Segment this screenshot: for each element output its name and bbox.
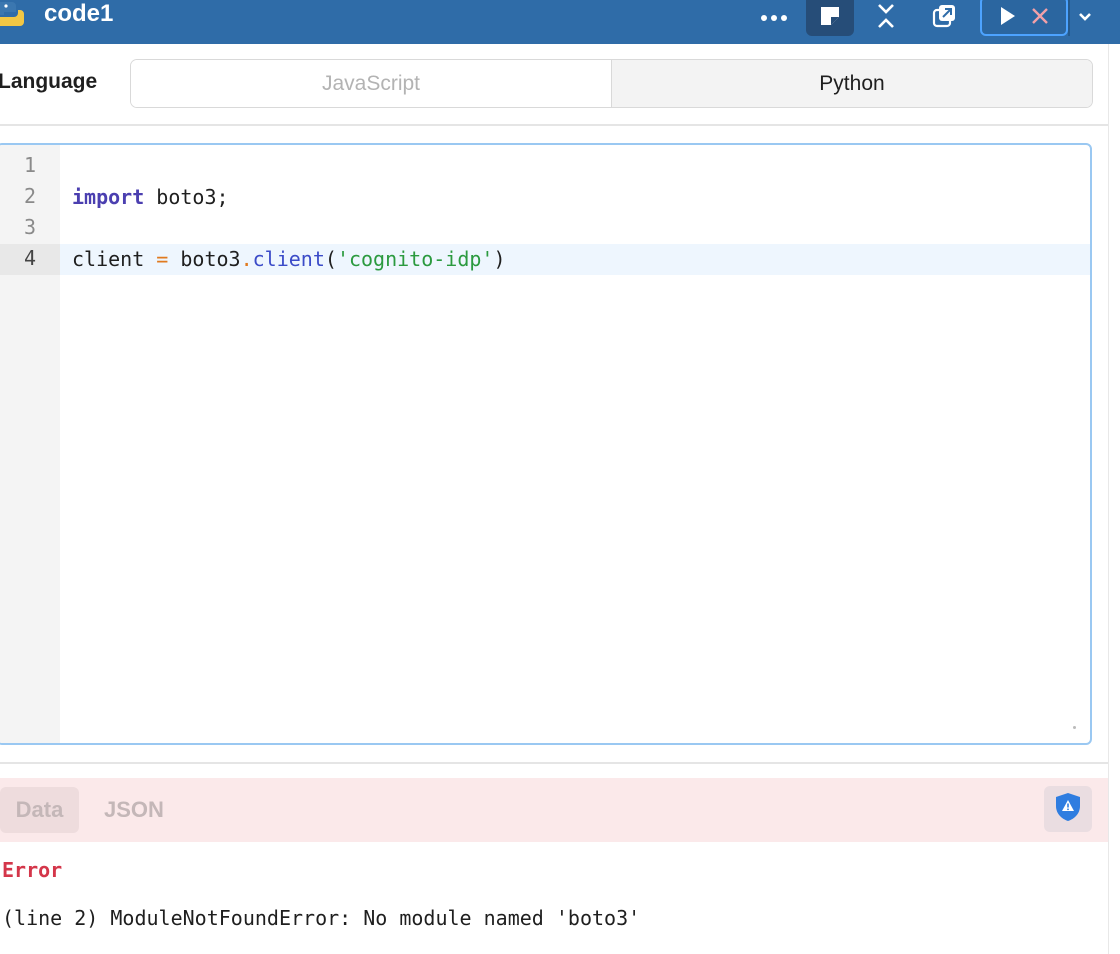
line-number: 3 — [23, 215, 36, 239]
note-icon — [819, 5, 841, 32]
language-label: Language — [0, 70, 98, 93]
code-string: 'cognito-idp' — [336, 247, 494, 271]
collapse-button[interactable] — [868, 0, 904, 36]
notes-button[interactable] — [806, 0, 854, 36]
error-message: (line 2) ModuleNotFoundError: No module … — [2, 906, 641, 930]
language-segmented-control: JavaScript Python — [130, 59, 1093, 108]
error-shield-button[interactable] — [1044, 786, 1092, 832]
tab-json[interactable]: JSON — [104, 797, 164, 823]
language-option-python[interactable]: Python — [611, 60, 1092, 107]
code-editor[interactable]: 1 2 3 4 import boto3; client = boto3.cli… — [0, 143, 1092, 745]
resize-handle[interactable] — [1073, 726, 1076, 729]
code-text: ( — [324, 247, 337, 271]
more-icon — [760, 9, 788, 27]
code-text: boto3; — [144, 185, 229, 209]
run-button[interactable] — [996, 4, 1020, 32]
code-line-4[interactable]: client = boto3.client('cognito-idp') — [72, 244, 506, 275]
query-title[interactable]: code1 — [44, 0, 113, 28]
play-icon — [1000, 6, 1016, 31]
code-line-2[interactable]: import boto3; — [72, 182, 229, 213]
code-operator: . — [240, 247, 253, 271]
query-header: code1 — [0, 0, 1120, 44]
section-divider — [0, 762, 1110, 764]
result-tabs-bar — [0, 778, 1108, 842]
close-icon — [1031, 7, 1049, 30]
more-options-button[interactable] — [756, 0, 792, 36]
run-options-dropdown[interactable] — [1070, 0, 1100, 36]
error-title: Error — [2, 858, 63, 882]
collapse-icon — [876, 3, 896, 34]
code-text: boto3 — [168, 247, 241, 271]
run-controls — [980, 0, 1068, 36]
section-divider — [0, 124, 1120, 126]
code-operator: = — [156, 247, 169, 271]
line-number: 2 — [23, 184, 36, 208]
language-option-javascript[interactable]: JavaScript — [131, 60, 611, 107]
chevron-down-icon — [1078, 9, 1092, 27]
popout-icon — [932, 4, 956, 33]
right-edge-scrollbar[interactable] — [1108, 44, 1120, 954]
cancel-run-button[interactable] — [1028, 4, 1052, 32]
code-keyword: import — [72, 185, 145, 209]
code-text: client — [72, 247, 157, 271]
line-number: 1 — [23, 153, 36, 177]
shield-warning-icon — [1054, 792, 1082, 827]
code-function: client — [252, 247, 325, 271]
line-number-active: 4 — [23, 246, 36, 270]
python-logo-icon — [0, 2, 24, 26]
tab-data[interactable]: Data — [0, 787, 79, 833]
code-text: ) — [493, 247, 506, 271]
popout-button[interactable] — [926, 0, 962, 36]
